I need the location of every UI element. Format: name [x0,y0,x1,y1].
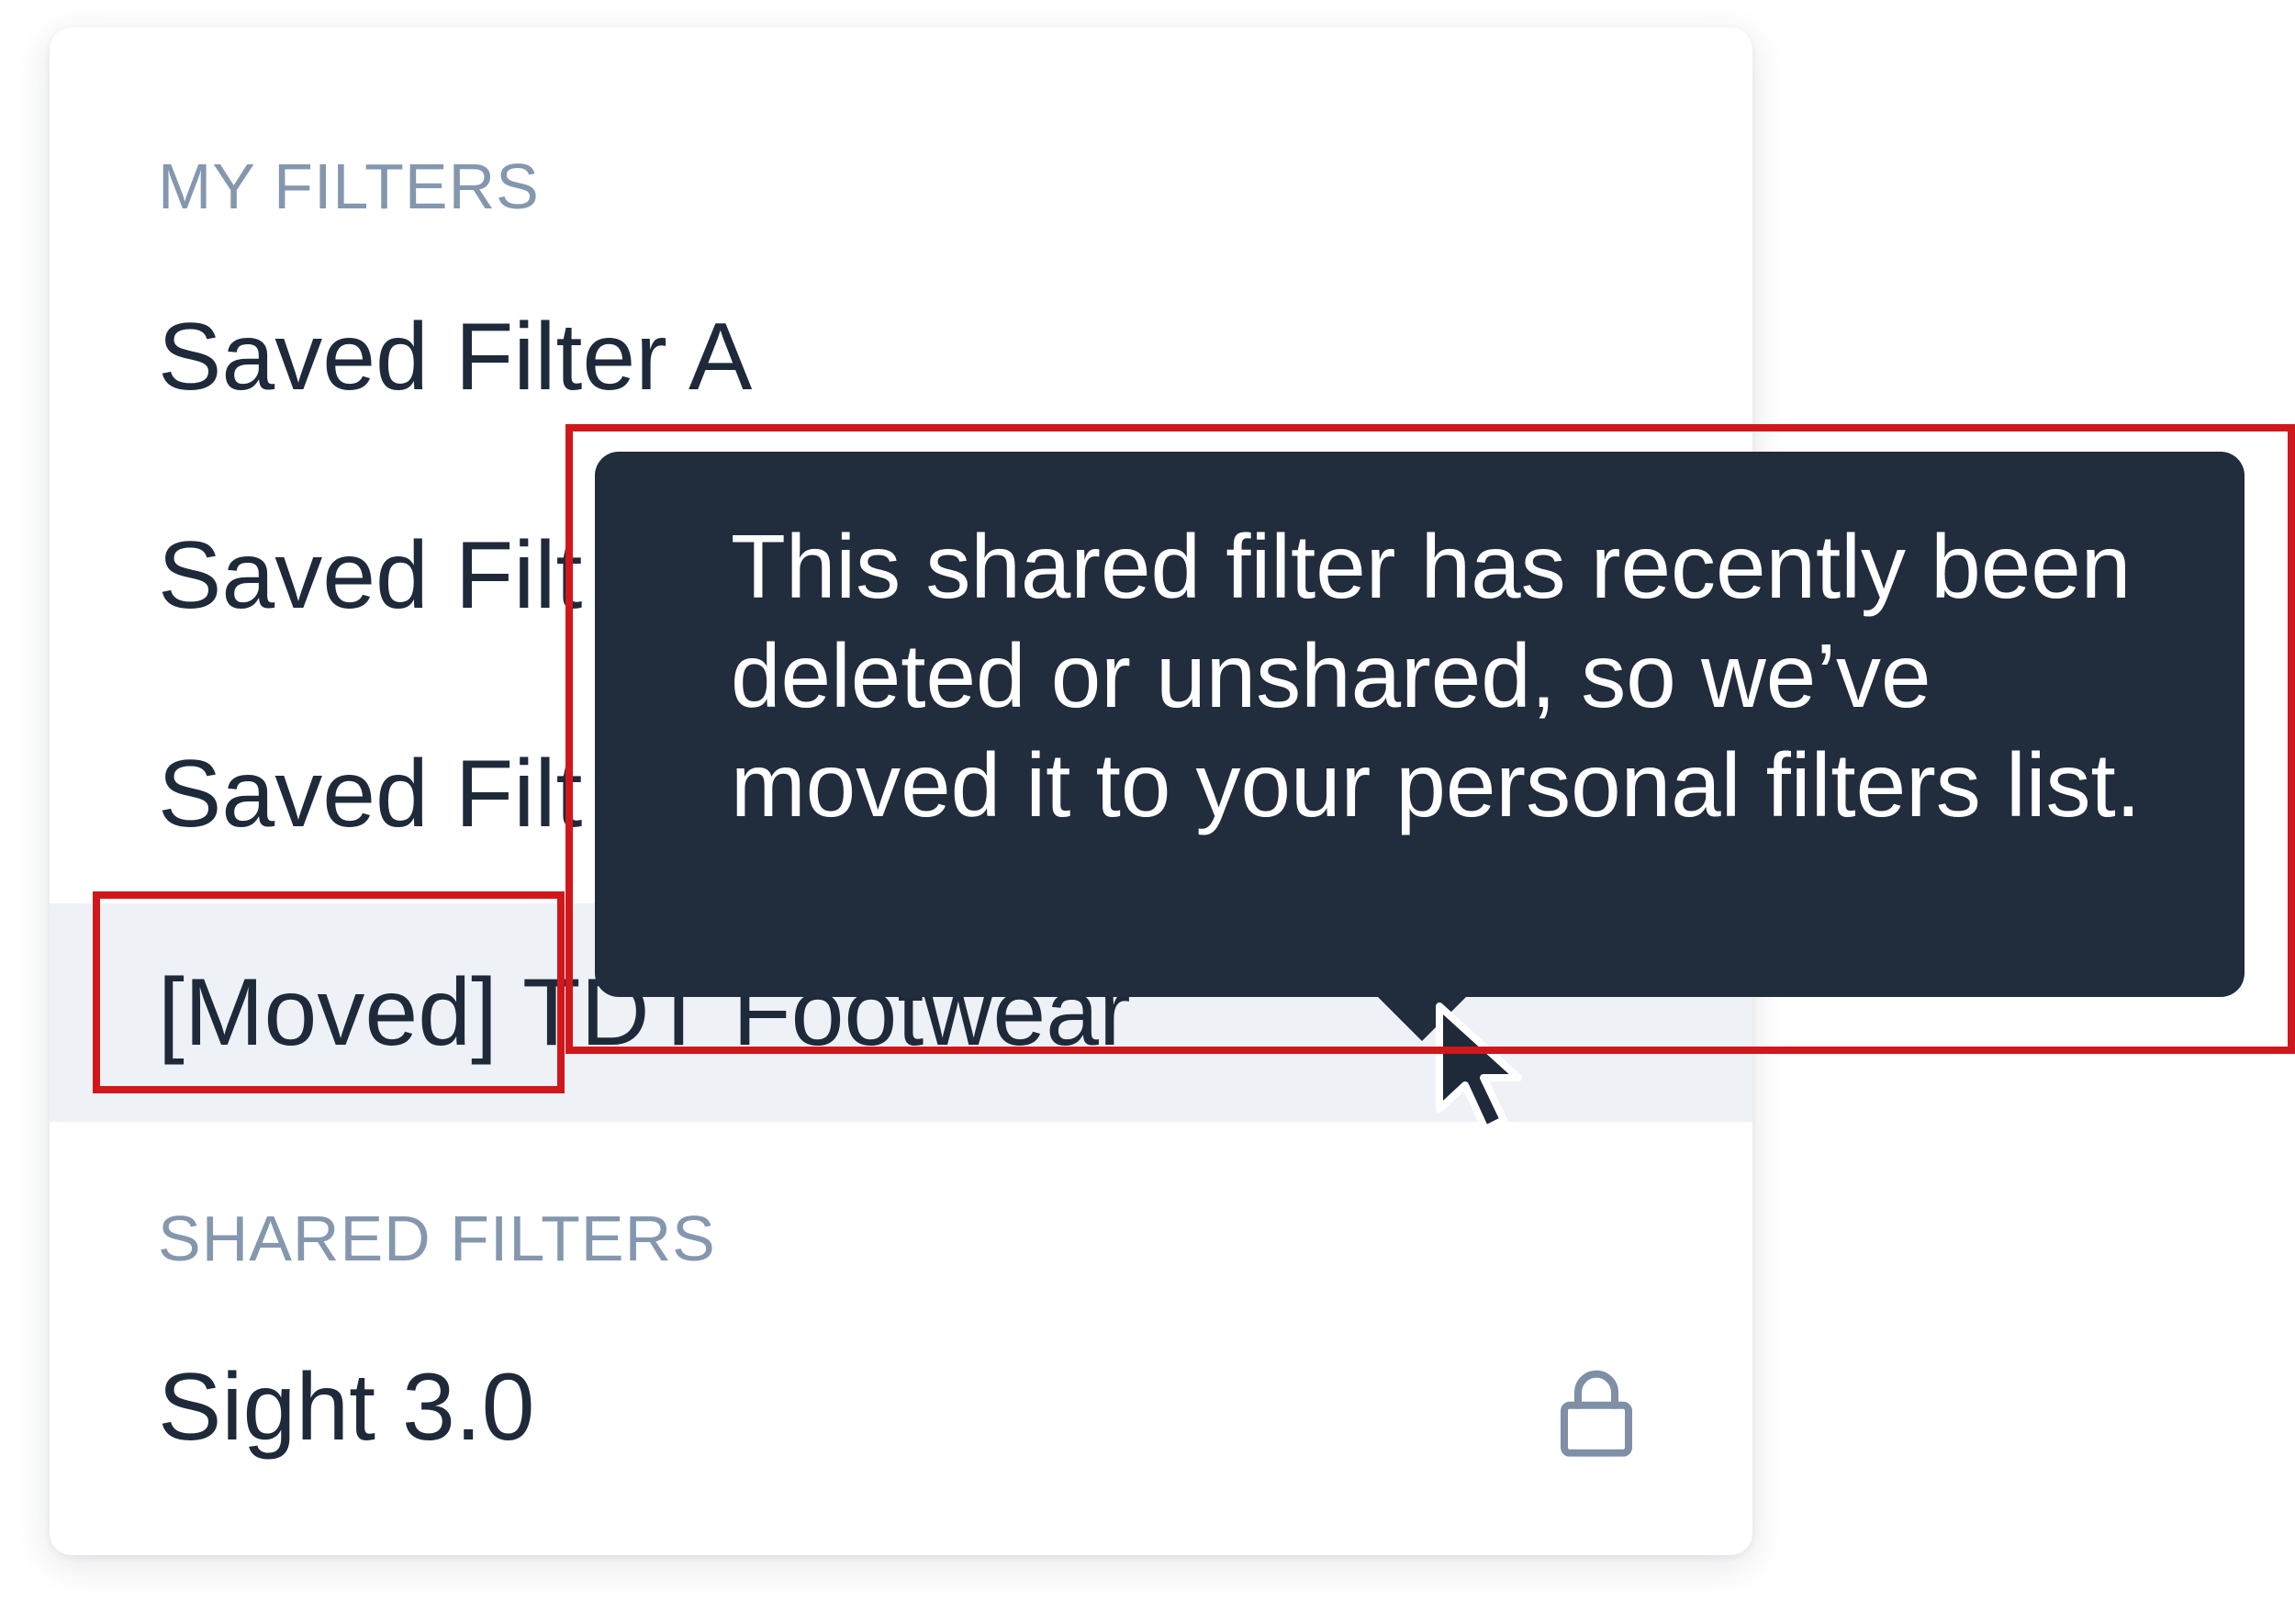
annotation-highlight-moved-prefix [93,891,565,1093]
shared-filters-header: SHARED FILTERS [158,1203,716,1274]
filter-item-label: Sight 3.0 [158,1354,535,1461]
filter-item-label: Saved Filt [158,522,583,629]
filter-item-sight-3-0[interactable]: Sight 3.0 [50,1298,1752,1517]
annotation-highlight-tooltip [565,424,2295,1054]
filter-item-label: Saved Filter A [158,304,753,410]
lock-icon [1561,1370,1632,1457]
filter-item-label: Saved Filt [158,741,583,847]
my-filters-header: MY FILTERS [158,151,540,222]
